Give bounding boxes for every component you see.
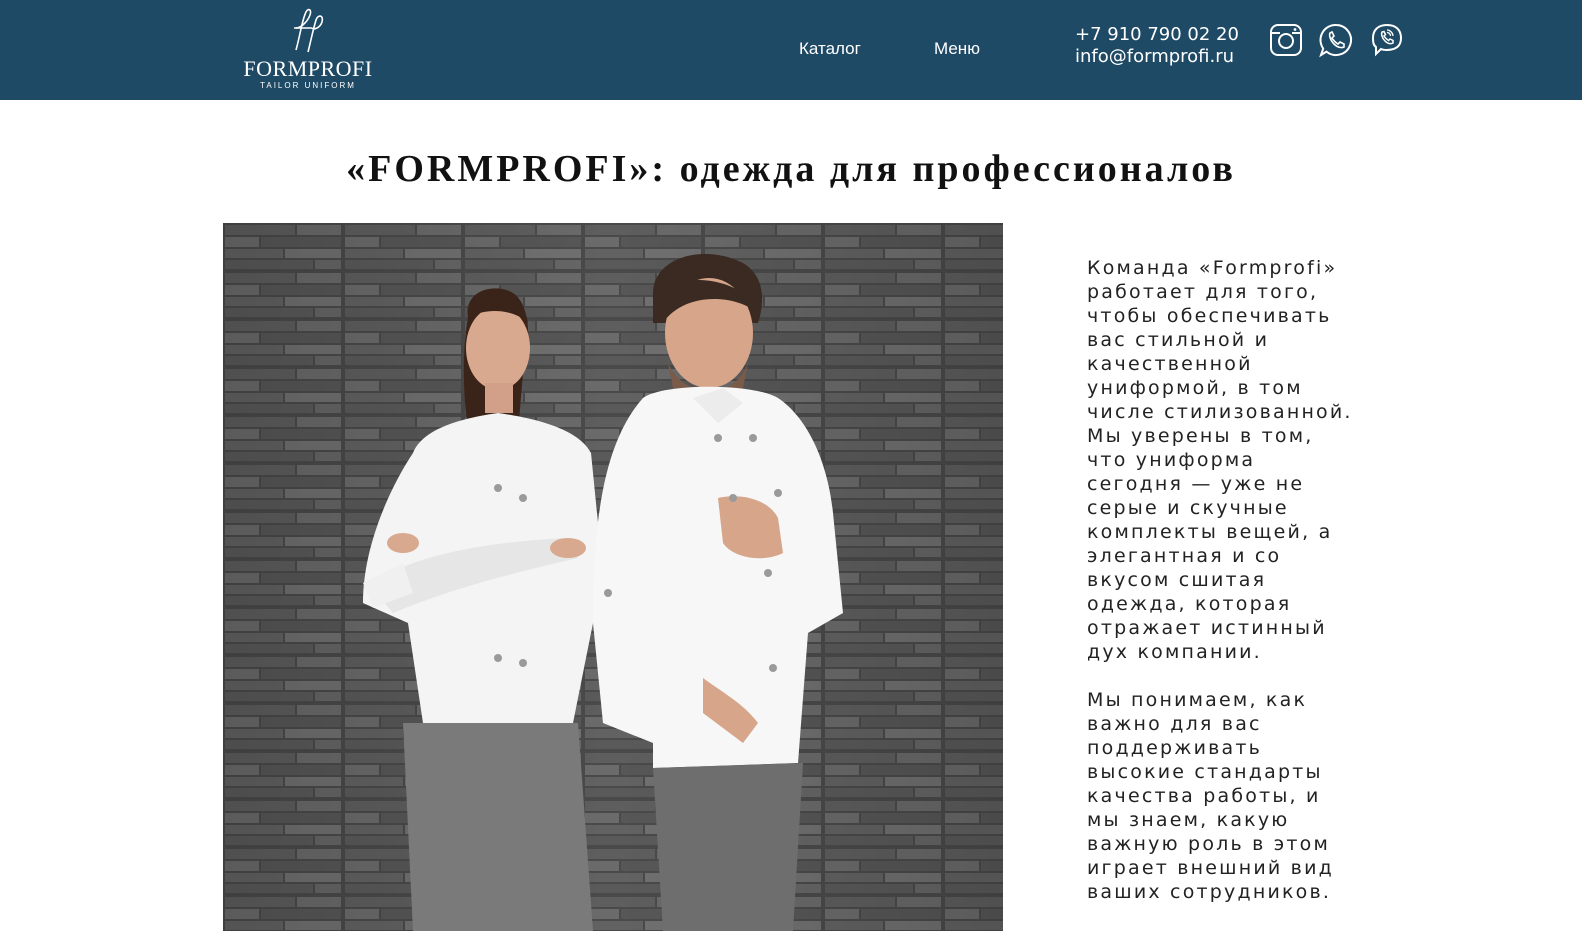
instagram-icon[interactable] bbox=[1268, 22, 1304, 58]
email-link[interactable]: info@formprofi.ru bbox=[1075, 46, 1234, 67]
nav-catalog-link[interactable]: Каталог bbox=[799, 39, 861, 59]
logo[interactable]: FORMPROFI TAILOR UNIFORM bbox=[218, 6, 398, 94]
logo-wordmark: FORMPROFI bbox=[243, 56, 373, 81]
logo-tagline: TAILOR UNIFORM bbox=[260, 81, 356, 90]
page-title: «FORMPROFI»: одежда для профессионалов bbox=[346, 148, 1236, 190]
intro-paragraph: Мы уверены в том, что униформа сегодня —… bbox=[1087, 425, 1333, 663]
intro-text: Команда «Formprofi» работает для того, ч… bbox=[1087, 256, 1359, 904]
nav-menu-link[interactable]: Меню bbox=[934, 39, 980, 59]
intro-paragraph: Мы понимаем, как важно для вас поддержив… bbox=[1087, 689, 1334, 903]
site-header: FORMPROFI TAILOR UNIFORM Каталог Меню +7… bbox=[0, 0, 1582, 100]
whatsapp-icon[interactable] bbox=[1318, 22, 1354, 58]
phone-link[interactable]: +7 910 790 02 20 bbox=[1075, 24, 1239, 45]
photo-illustration bbox=[223, 223, 1003, 931]
uniform-photo bbox=[223, 223, 1003, 931]
logo-monogram-icon bbox=[294, 8, 324, 53]
viber-icon[interactable] bbox=[1369, 22, 1405, 58]
intro-paragraph: Команда «Formprofi» работает для того, ч… bbox=[1087, 257, 1353, 423]
